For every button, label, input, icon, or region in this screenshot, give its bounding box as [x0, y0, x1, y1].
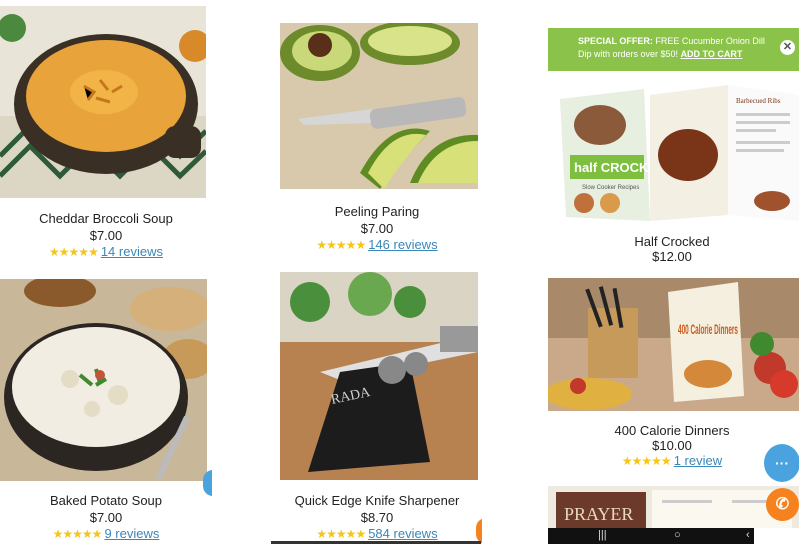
product-price: $7.00 [360, 221, 394, 236]
product-price: $10.00 [652, 438, 692, 453]
add-to-cart-link[interactable]: ADD TO CART [681, 49, 743, 59]
product-rating: ★★★★★ 9 reviews [0, 526, 212, 541]
close-icon[interactable]: ✕ [780, 40, 795, 55]
star-rating-icon: ★★★★★ [316, 238, 366, 252]
calorie-book-image: 400 Calorie Dinners [548, 278, 799, 411]
product-card-cheddar-broccoli-soup[interactable]: Cheddar Broccoli Soup $7.00 ★★★★★ 14 revi… [0, 0, 212, 262]
prayer-book-image: PRAYER [548, 486, 799, 528]
recent-apps-icon[interactable]: ||| [598, 529, 607, 541]
reviews-link[interactable]: 9 reviews [104, 526, 159, 541]
offer-label: SPECIAL OFFER: [578, 36, 653, 46]
chat-icon: ··· [775, 455, 789, 471]
product-rating: ★★★★★ 584 reviews [272, 526, 482, 541]
product-image-paring-knife[interactable] [280, 23, 478, 189]
phone-icon: ✆ [775, 496, 790, 513]
potato-soup-image [0, 279, 207, 481]
product-title[interactable]: Peeling Paring [272, 204, 482, 219]
product-image-cheddar-soup[interactable] [0, 6, 206, 198]
soup-bowl-image [0, 6, 206, 198]
special-offer-banner[interactable]: SPECIAL OFFER: FREE Cucumber Onion Dill … [548, 28, 799, 71]
product-title[interactable]: Baked Potato Soup [0, 493, 212, 508]
product-rating: ★★★★★ 1 review [545, 453, 799, 468]
product-image-prayer-book[interactable]: PRAYER [548, 486, 799, 528]
product-image-potato-soup[interactable] [0, 279, 207, 481]
star-rating-icon: ★★★★★ [52, 527, 103, 541]
product-rating: ★★★★★ 14 reviews [0, 244, 212, 259]
product-price: $7.00 [89, 510, 123, 525]
reviews-link[interactable]: 14 reviews [101, 244, 163, 259]
product-title[interactable]: 400 Calorie Dinners [545, 423, 799, 438]
product-title[interactable]: Half Crocked [545, 234, 799, 249]
home-icon[interactable]: ○ [674, 529, 681, 541]
product-card-knife-sharpener[interactable]: RADA Quick Edge Knife Sharpener $8.70 ★★… [272, 262, 482, 544]
product-image-knife-sharpener[interactable]: RADA [280, 272, 478, 480]
product-card-half-crocked[interactable]: half CROCKED Slow Cooker Recipes Barbecu… [545, 80, 799, 270]
product-image-400-calorie[interactable]: 400 Calorie Dinners [548, 278, 799, 411]
star-rating-icon: ★★★★★ [316, 527, 366, 541]
chat-fab-peek [203, 470, 212, 496]
product-column-2: Peeling Paring $7.00 ★★★★★ 146 reviews RA… [272, 0, 482, 544]
book-subtitle-text: Slow Cooker Recipes [582, 185, 639, 191]
reviews-link[interactable]: 146 reviews [368, 237, 437, 252]
back-icon[interactable]: ‹ [746, 529, 750, 541]
book-title-text: PRAYER [564, 504, 633, 524]
book-title-text: 400 Calorie Dinners [678, 321, 738, 337]
paring-knife-image [280, 23, 478, 189]
product-image-half-crocked[interactable]: half CROCKED Slow Cooker Recipes Barbecu… [560, 85, 799, 225]
product-price: $12.00 [652, 249, 692, 264]
star-rating-icon: ★★★★★ [49, 245, 99, 259]
chat-button[interactable]: ··· [764, 444, 799, 482]
product-column-1: Cheddar Broccoli Soup $7.00 ★★★★★ 14 revi… [0, 0, 212, 544]
product-price: $7.00 [89, 228, 123, 243]
product-card-peeling-paring[interactable]: Peeling Paring $7.00 ★★★★★ 146 reviews [272, 0, 482, 262]
product-column-3: SPECIAL OFFER: FREE Cucumber Onion Dill … [545, 0, 799, 544]
reviews-link[interactable]: 584 reviews [368, 526, 437, 541]
star-rating-icon: ★★★★★ [621, 454, 672, 468]
product-title[interactable]: Quick Edge Knife Sharpener [272, 493, 482, 508]
knife-sharpener-image: RADA [280, 272, 478, 480]
product-title[interactable]: Cheddar Broccoli Soup [0, 211, 212, 226]
product-rating: ★★★★★ 146 reviews [272, 237, 482, 252]
reviews-link[interactable]: 1 review [674, 453, 722, 468]
product-price: $8.70 [360, 510, 394, 525]
product-card-400-calorie-dinners[interactable]: 400 Calorie Dinners 400 Calorie Dinners … [545, 270, 799, 470]
cookbook-image: half CROCKED Slow Cooker Recipes Barbecu… [560, 85, 799, 225]
product-card-baked-potato-soup[interactable]: Baked Potato Soup $7.00 ★★★★★ 9 reviews [0, 262, 212, 544]
book-page-heading: Barbecued Ribs [736, 97, 781, 105]
phone-button[interactable]: ✆ [766, 488, 799, 521]
android-navigation-bar: ||| ○ ‹ [548, 528, 754, 544]
